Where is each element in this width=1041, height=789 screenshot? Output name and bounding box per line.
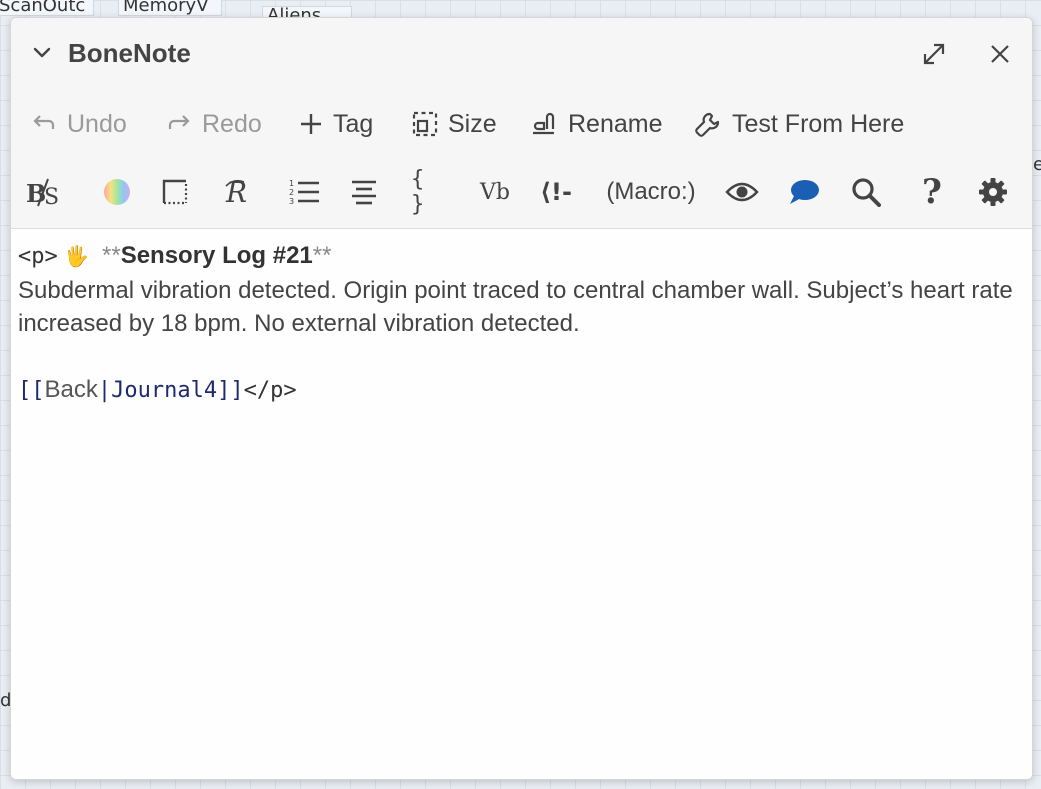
- passage-text-editor[interactable]: <p> 🖐 **Sensory Log #21** Subdermal vibr…: [11, 229, 1032, 779]
- find-button[interactable]: [849, 172, 883, 212]
- bold-close-marker: **: [312, 242, 332, 269]
- close-tag: </p>: [243, 378, 297, 403]
- preview-button[interactable]: [724, 172, 760, 212]
- tag-label: Tag: [333, 109, 374, 138]
- link-label: Back: [44, 376, 98, 403]
- help-button[interactable]: ?: [915, 172, 949, 212]
- body-paragraph: Subdermal vibration detected. Origin poi…: [18, 277, 1013, 337]
- question-icon: ?: [922, 172, 942, 212]
- link-open: [[: [18, 378, 45, 403]
- redo-label: Redo: [202, 109, 262, 138]
- link-separator: |: [97, 378, 112, 403]
- comment-icon: ⟨!-: [540, 178, 572, 206]
- wrench-icon: [694, 110, 722, 138]
- code-button[interactable]: { }: [411, 167, 447, 217]
- rename-label: Rename: [568, 109, 663, 138]
- gear-icon: [979, 178, 1007, 206]
- link-target: Journal4: [111, 378, 218, 403]
- rename-button[interactable]: Rename: [530, 108, 663, 140]
- bold-strike-icon: B S: [26, 178, 59, 208]
- redo-button[interactable]: Redo: [166, 108, 262, 140]
- heading-text: Sensory Log #21: [120, 242, 313, 269]
- plus-icon: [299, 112, 323, 136]
- eye-icon: [725, 182, 759, 202]
- border-button[interactable]: [159, 172, 191, 212]
- passage-toolbar: Undo Redo Tag Size Rename Test From Here: [11, 90, 1032, 160]
- svg-text:1: 1: [289, 179, 294, 188]
- border-icon: [162, 179, 188, 205]
- close-button[interactable]: [986, 40, 1014, 68]
- editor-line-link: [[Back|Journal4]]</p>: [18, 373, 1024, 407]
- link-close: ]]: [217, 378, 244, 403]
- size-icon: [412, 111, 438, 137]
- collapse-whitespace-button[interactable]: ⟨!-: [537, 172, 575, 212]
- settings-button[interactable]: [976, 172, 1010, 212]
- undo-label: Undo: [67, 109, 127, 138]
- font-script-icon: R: [225, 176, 247, 208]
- size-label: Size: [448, 109, 497, 138]
- speech-bubble-icon: [790, 180, 819, 204]
- color-button[interactable]: [101, 172, 133, 212]
- open-tag: <p>: [18, 244, 58, 269]
- bold-open-marker: **: [102, 242, 121, 269]
- numbered-list-icon: 1 2 3: [289, 179, 319, 206]
- emoji: 🖐: [64, 246, 90, 268]
- comments-button[interactable]: [786, 172, 822, 212]
- size-button[interactable]: Size: [412, 108, 497, 140]
- strikethrough-button[interactable]: B S: [23, 172, 67, 212]
- bg-fragment-right: er: [1033, 154, 1041, 175]
- undo-icon: [31, 113, 57, 135]
- verbatim-button[interactable]: Vb: [477, 172, 513, 212]
- redo-icon: [166, 113, 192, 135]
- svg-text:2: 2: [289, 188, 294, 197]
- rename-icon: [530, 111, 558, 137]
- search-icon: [852, 178, 881, 207]
- align-button[interactable]: [349, 172, 379, 212]
- test-from-here-button[interactable]: Test From Here: [694, 108, 904, 140]
- maximize-button[interactable]: [920, 40, 948, 68]
- verbatim-icon: Vb: [480, 179, 510, 205]
- undo-button[interactable]: Undo: [31, 108, 127, 140]
- editor-blank-line: [18, 340, 1024, 373]
- chevron-down-icon: [33, 47, 51, 58]
- expand-icon: [923, 43, 945, 65]
- editor-line-heading: <p> 🖐 **Sensory Log #21**: [18, 239, 1024, 274]
- bg-passage-memory[interactable]: MemoryV: [118, 0, 222, 16]
- dialog-title: BoneNote: [68, 38, 191, 68]
- dialog-titlebar: BoneNote: [11, 18, 1032, 90]
- svg-text:S: S: [44, 185, 59, 208]
- macro-label: (Macro:): [606, 178, 696, 205]
- align-center-icon: [352, 180, 376, 205]
- close-icon: [991, 45, 1009, 63]
- color-palette-icon: [104, 179, 130, 205]
- font-button[interactable]: R: [223, 172, 259, 212]
- svg-text:3: 3: [289, 197, 294, 206]
- macro-button[interactable]: (Macro:): [603, 172, 699, 212]
- test-from-here-label: Test From Here: [732, 109, 905, 138]
- format-toolbar: B S R 1 2 3 {} Vb ⟨!- (Macro:) ?: [11, 160, 1032, 229]
- collapse-button[interactable]: [29, 40, 55, 66]
- tag-button[interactable]: Tag: [299, 108, 373, 140]
- list-button[interactable]: 1 2 3: [287, 172, 321, 212]
- passage-edit-dialog: BoneNote Undo Redo Tag Size Rename Test …: [10, 17, 1033, 780]
- braces-icon: { }: [411, 167, 425, 217]
- bg-passage-scanout[interactable]: ScanOutc: [0, 0, 94, 16]
